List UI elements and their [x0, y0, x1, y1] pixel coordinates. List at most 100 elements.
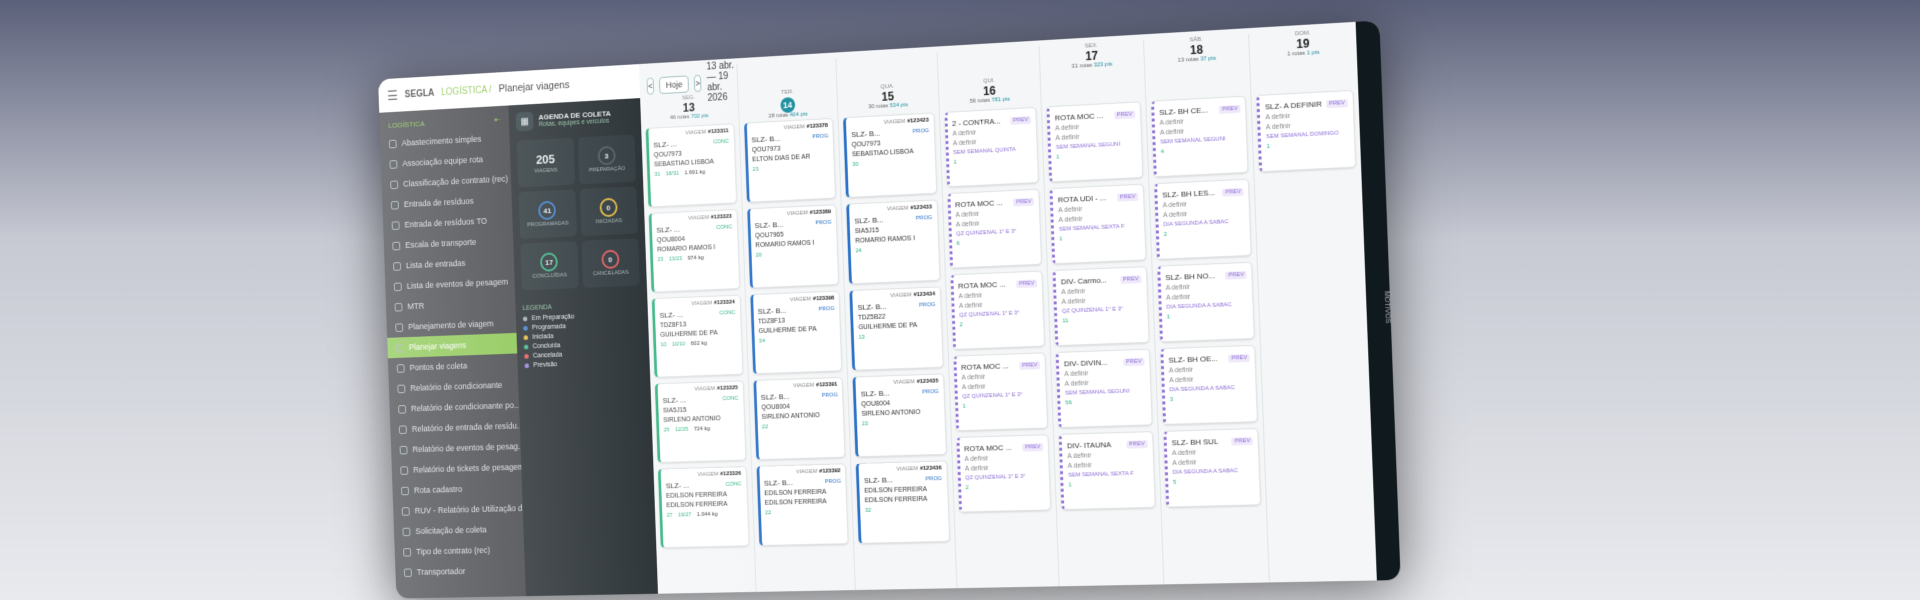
trip-card[interactable]: SLZ- BH SUL PREV A definir A definir DIA SEG…	[1163, 427, 1262, 508]
trip-stat: 32	[864, 507, 872, 514]
trip-stat: 30	[852, 161, 859, 168]
trip-route-row: SLZ- B... PROG	[851, 126, 929, 139]
trip-card[interactable]: VIAGEM #123433 SLZ- B... PROG SIA5J15 ROMARIO…	[846, 199, 941, 285]
status-tag: PREV	[1010, 115, 1032, 125]
trip-card[interactable]: ROTA MOC ... PREV A definir A definir QZ QUI…	[950, 270, 1046, 350]
trip-card[interactable]: VIAGEM #123311 SLZ- ... CONC QOU7973 SEBASTIÃ…	[645, 123, 737, 208]
trip-route-row: SLZ- ... CONC	[653, 137, 729, 149]
menu-icon[interactable]: ☰	[387, 87, 398, 103]
trip-card[interactable]: SLZ- BH OE... PREV A definir A definir DIA S…	[1160, 344, 1259, 425]
trip-card[interactable]: DIV- ITAUNA PREV A definir A definir SEM SEM…	[1058, 431, 1156, 511]
day-points: 37 pts	[1200, 55, 1217, 63]
trip-card[interactable]: VIAGEM #123398 SLZ- B... PROG TDZ8F13 GUILHER…	[749, 290, 843, 375]
day-header[interactable]: SÁB. 18 13 rotas 37 pts	[1147, 34, 1248, 101]
today-button[interactable]: Hoje	[659, 75, 689, 95]
trip-card[interactable]: ROTA MOC ... PREV A definir A definir QZ QUI…	[953, 352, 1049, 432]
trip-route: SLZ- BH LES...	[1162, 188, 1216, 200]
collapse-icon[interactable]: ⇤	[494, 115, 500, 124]
trip-route: SLZ- B...	[763, 478, 793, 488]
trip-card[interactable]: VIAGEM #123423 SLZ- B... PROG QOU7973 SEBASTI…	[843, 112, 938, 198]
day-header[interactable]: TER. 14 28 rotas 404 pts	[740, 58, 835, 122]
trip-number: #123391	[815, 381, 838, 389]
sidebar-item[interactable]: Transportador	[395, 560, 525, 583]
next-week-button[interactable]: >	[693, 74, 702, 93]
team-placeholder: A definir	[1055, 124, 1080, 133]
day-header[interactable]: DOM. 19 1 rotas 1 pts	[1252, 28, 1355, 95]
trip-stat: 19/27	[677, 512, 692, 519]
trip-route-row: ROTA MOC ... PREV	[958, 279, 1038, 291]
trip-number: #123392	[819, 468, 841, 475]
trip-card[interactable]: DIV- Carmo... PREV A definir A definir QZ QU…	[1052, 266, 1150, 347]
trip-number: #123326	[719, 471, 742, 478]
breadcrumb-module[interactable]: LOGÍSTICA /	[441, 84, 492, 97]
status-tag: PROG	[824, 478, 842, 485]
day-header[interactable]: SEX. 17 31 rotas 323 pts	[1043, 40, 1143, 106]
team-placeholder: A definir	[1171, 449, 1197, 458]
day-header[interactable]: QUI. 16 56 rotas 781 pts	[940, 47, 1038, 113]
trip-footer: 24	[855, 245, 933, 254]
trip-card[interactable]: ROTA MOC ... PREV A definir A definir QZ QUI…	[956, 434, 1052, 513]
trip-card[interactable]: VIAGEM #123435 SLZ- B... PROG QOU8004 SIRLENO…	[852, 373, 947, 458]
sidebar-section-title: LOGÍSTICA	[388, 119, 425, 130]
team-placeholder: A definir	[1064, 380, 1089, 388]
trip-route-row: SLZ- B... PROG	[854, 213, 932, 226]
trip-footer: 31 18/31 1.691 kg	[654, 168, 730, 178]
trip-label: VIAGEM	[789, 296, 812, 304]
trip-card[interactable]: VIAGEM #123392 SLZ- B... PROG EDILSON FERREI…	[756, 463, 849, 547]
trip-card[interactable]: ROTA MOC ... PREV A definir A definir SEM SE…	[1046, 101, 1144, 183]
sidebar-item-label: Relatório de condicionante	[410, 380, 503, 393]
trip-card[interactable]: VIAGEM #123323 SLZ- ... CONC QOU8004 ROMARIO …	[648, 208, 740, 293]
trip-card[interactable]: 2 - CONTRA... PREV A definir A definir SEM S…	[944, 106, 1040, 188]
trip-footer: 27 19/27 1.044 kg	[667, 511, 743, 519]
status-tag: CONC	[725, 481, 742, 488]
trip-stat: 1	[1056, 154, 1060, 161]
team-placeholder: A definir	[955, 211, 980, 219]
day-column: QUI. 16 56 rotas 781 pts 2 - CONTRA... PREV A…	[936, 46, 1059, 589]
trip-card[interactable]: SLZ- BH LES... PREV A definir A definir DIA …	[1154, 178, 1253, 260]
day-routes: 30 rotas	[868, 103, 889, 111]
trip-label: VIAGEM	[890, 292, 912, 300]
trip-card[interactable]: VIAGEM #123434 SLZ- B... PROG TDZ5B22 GUILHER…	[849, 286, 944, 371]
trip-footer: 32	[865, 506, 943, 514]
page-icon	[400, 465, 409, 475]
day-routes: 56 rotas	[969, 97, 991, 105]
day-header[interactable]: QUA. 15 30 rotas 534 pts	[839, 52, 936, 117]
trip-card[interactable]: SLZ- A DEFINIR PREV A definir A definir SEM …	[1256, 89, 1357, 173]
status-tag: PREV	[1113, 109, 1136, 119]
trip-card[interactable]: SLZ- BH NO... PREV A definir A definir DIA S…	[1157, 261, 1256, 343]
trip-card[interactable]: ROTA UDI - ... PREV A definir A definir SEM …	[1049, 183, 1147, 265]
status-tag: PROG	[812, 133, 829, 140]
stat-canceladas[interactable]: 0 CANCELADAS	[581, 238, 640, 288]
trip-route-row: SLZ- ... CONC	[656, 223, 732, 235]
stat-label: PREPARAÇÃO	[588, 166, 626, 174]
stat-label: CONCLUÍDAS	[532, 272, 567, 280]
status-tag: PREV	[1231, 436, 1254, 446]
stat-preparacao[interactable]: 3 PREPARAÇÃO	[577, 134, 637, 185]
day-routes: 31 rotas	[1071, 62, 1093, 70]
trip-card[interactable]: VIAGEM #123436 SLZ- B... PROG EDILSON FERREI…	[855, 460, 950, 544]
legend-label: Concluída	[532, 342, 561, 351]
trip-card[interactable]: VIAGEM #123326 SLZ- ... CONC EDILSON FERREIR…	[657, 466, 750, 549]
prev-week-button[interactable]: <	[646, 77, 655, 95]
page-icon	[398, 424, 407, 434]
stat-concluidas[interactable]: 17 CONCLUÍDAS	[520, 241, 579, 291]
page-icon	[392, 241, 401, 250]
trip-card[interactable]: DIV- DIVIN... PREV A definir A definir SEM S…	[1055, 348, 1153, 429]
trip-route: SLZ- BH NO...	[1165, 271, 1216, 283]
trip-card[interactable]: VIAGEM #123378 SLZ- B... PROG QOU7973 ELTON D…	[743, 117, 837, 203]
trip-card[interactable]: VIAGEM #123389 SLZ- B... PROG QOU7965 ROMARIO…	[746, 204, 840, 289]
driver-name: SEBASTIÃO LISBOA	[653, 158, 714, 169]
trip-stat: 6	[956, 241, 960, 247]
stat-iniciadas[interactable]: 0 INICIADAS	[579, 186, 638, 237]
sidebar-item[interactable]: Solicitação de coleta	[394, 518, 524, 542]
stat-viagens[interactable]: 205 VIAGENS	[516, 137, 575, 188]
trip-card[interactable]: SLZ- BH CE... PREV A definir A definir SEM S…	[1150, 95, 1249, 178]
trip-card[interactable]: VIAGEM #123325 SLZ- ... CONC SIA5J15 SIRLENO …	[654, 380, 747, 463]
trip-card[interactable]: VIAGEM #123324 SLZ- ... CONC TDZ8F13 GUILHERM…	[651, 294, 743, 378]
legend-dot	[524, 363, 530, 369]
trip-card[interactable]: ROTA MOC ... PREV A definir A definir QZ QUI…	[947, 188, 1043, 269]
sidebar-item[interactable]: Tipo de contrato (rec)	[394, 539, 524, 562]
trip-card[interactable]: VIAGEM #123391 SLZ- B... PROG QOU8004 SIRLENO…	[753, 376, 846, 461]
stat-programadas[interactable]: 41 PROGRAMADAS	[518, 189, 577, 239]
sidebar-item-label: Rota cadastro	[413, 484, 463, 495]
